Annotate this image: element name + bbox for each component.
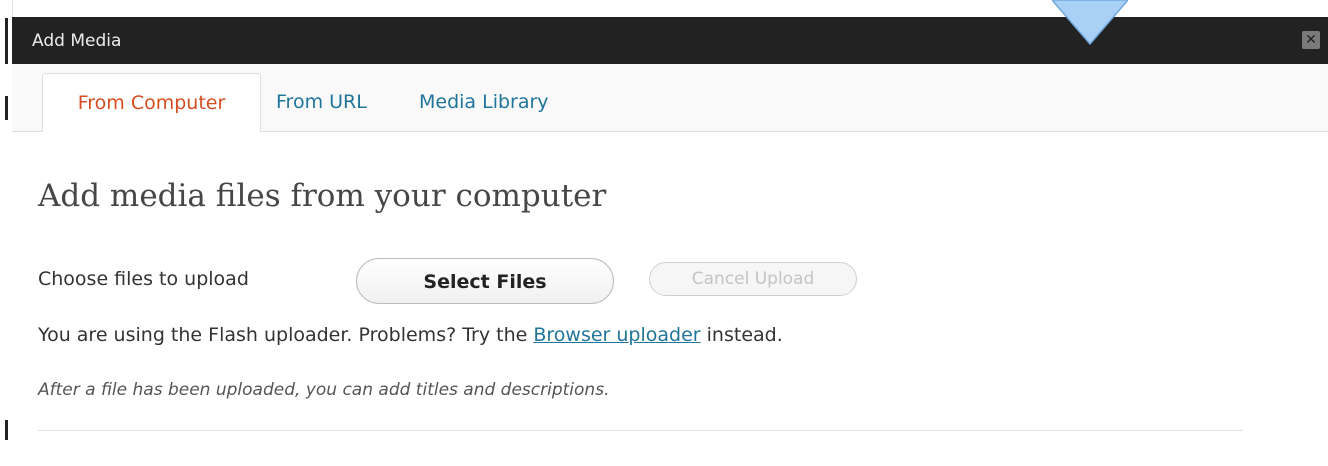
edge-mark: [5, 420, 8, 440]
upload-panel: Add media files from your computer Choos…: [12, 132, 1328, 466]
select-files-button[interactable]: Select Files: [356, 258, 614, 304]
close-button[interactable]: ✕: [1302, 31, 1320, 49]
uploader-notice-suffix: instead.: [700, 324, 783, 346]
edge-mark: [5, 96, 8, 120]
divider: [38, 430, 1243, 431]
edge-mark: [5, 18, 8, 64]
dialog-title: Add Media: [32, 31, 122, 51]
media-tabs: From Computer From URL Media Library: [12, 64, 1328, 133]
uploader-notice: You are using the Flash uploader. Proble…: [38, 323, 783, 347]
upload-note: After a file has been uploaded, you can …: [38, 380, 610, 400]
tab-media-library[interactable]: Media Library: [419, 73, 549, 131]
add-media-dialog: Add Media ✕ From Computer From URL Media…: [0, 0, 1328, 466]
pointer-arrow-icon: [1052, 0, 1128, 46]
close-icon: ✕: [1305, 32, 1317, 48]
uploader-notice-prefix: You are using the Flash uploader. Proble…: [38, 324, 534, 346]
tab-from-computer[interactable]: From Computer: [42, 73, 261, 133]
dialog-titlebar: Add Media ✕: [12, 17, 1328, 64]
page-title: Add media files from your computer: [38, 178, 607, 214]
browser-uploader-link[interactable]: Browser uploader: [533, 324, 700, 346]
choose-files-label: Choose files to upload: [38, 268, 249, 290]
cancel-upload-button[interactable]: Cancel Upload: [649, 262, 857, 296]
tab-from-url[interactable]: From URL: [276, 73, 367, 131]
